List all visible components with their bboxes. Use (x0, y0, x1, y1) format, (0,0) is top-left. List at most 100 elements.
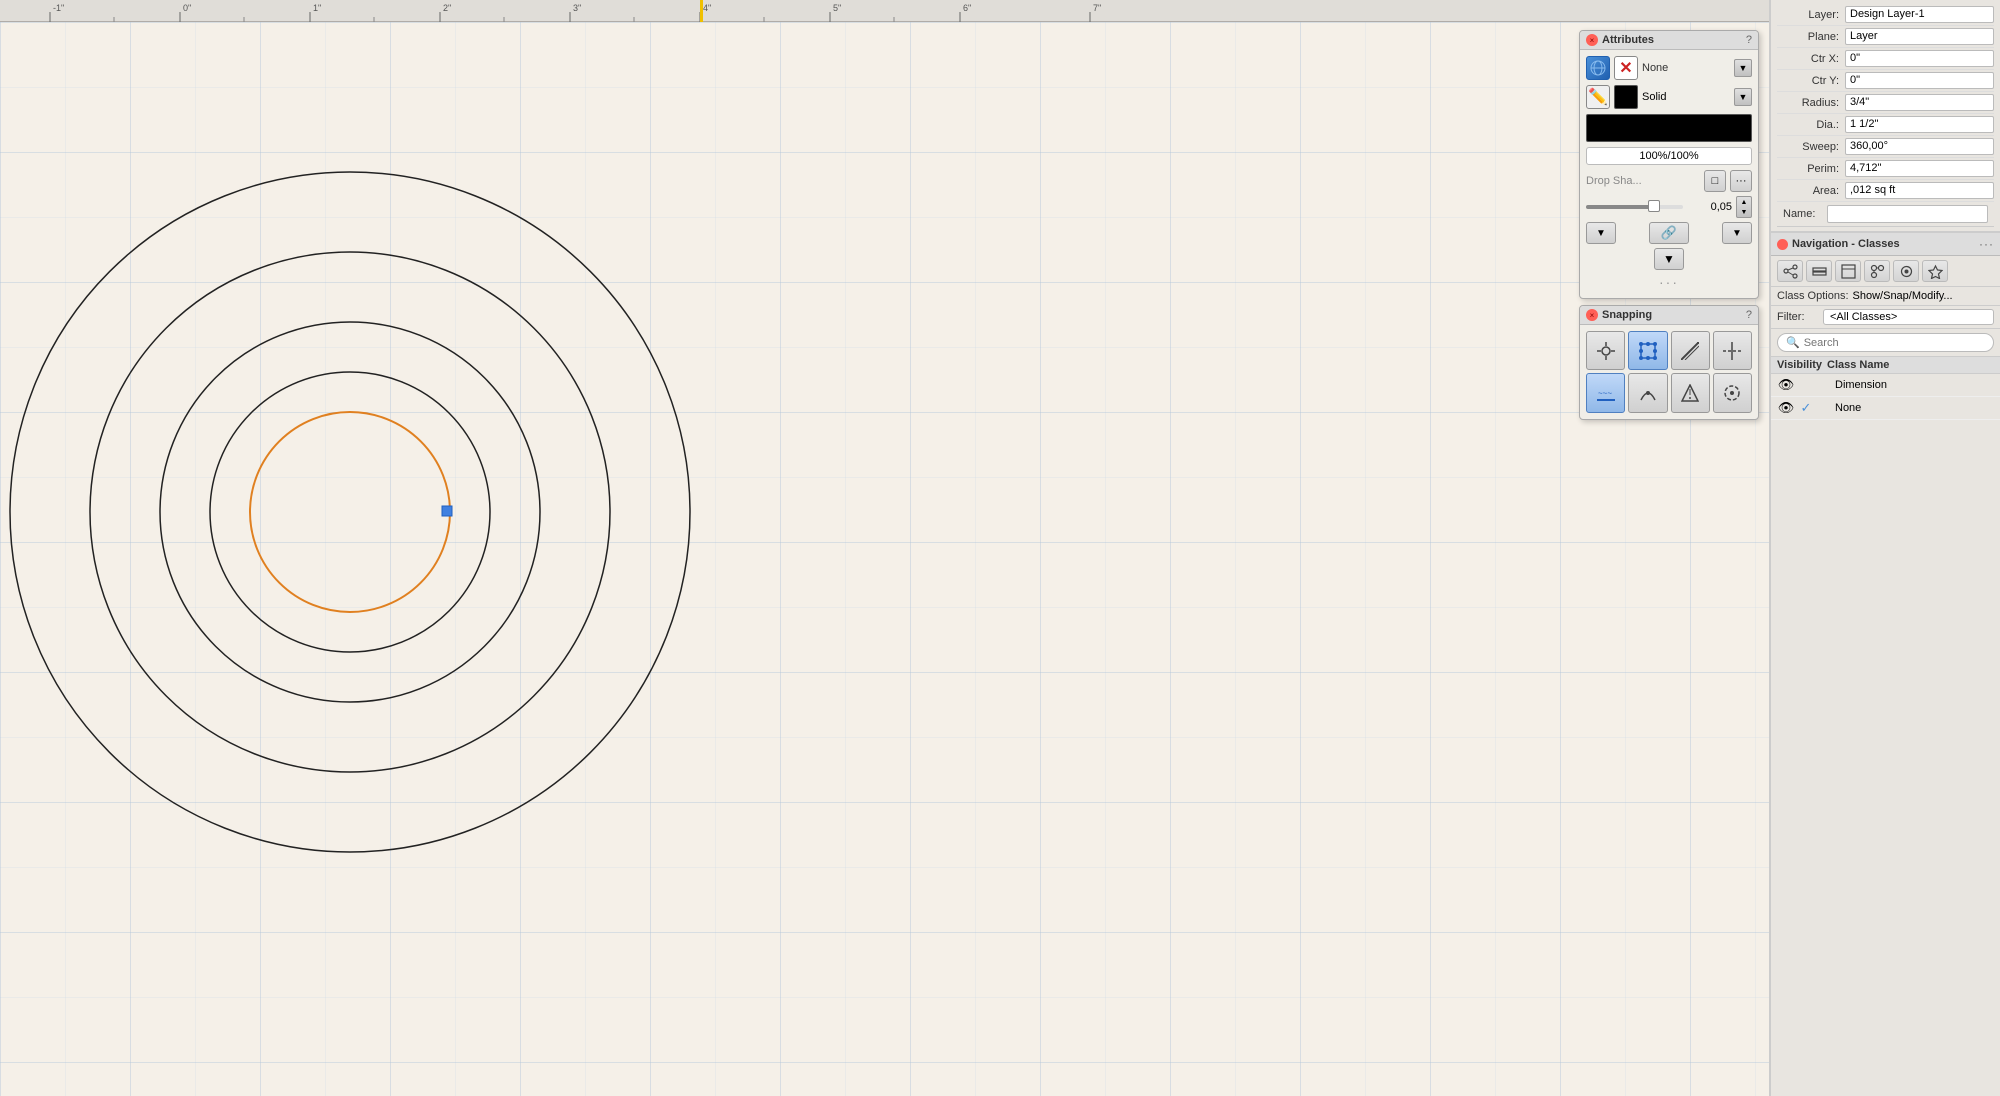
search-row: 🔍 (1771, 329, 2000, 357)
plane-label: Plane: (1777, 31, 1845, 43)
attributes-panel-close[interactable]: × (1586, 34, 1598, 46)
nav-panel-close[interactable] (1777, 239, 1788, 250)
link-btn[interactable]: 🔗 (1649, 222, 1689, 244)
snapping-panel: × Snapping ? (1579, 305, 1759, 420)
ctr-y-value[interactable]: 0" (1845, 72, 1994, 89)
visibility-icon-none[interactable]: 👁 (1777, 399, 1795, 417)
attributes-panel-help[interactable]: ? (1746, 34, 1752, 46)
nav-tool-link[interactable] (1864, 260, 1890, 282)
nav-toolbar (1771, 256, 2000, 287)
stroke-pen-icon[interactable]: ✏️ (1586, 85, 1610, 109)
ctr-x-label: Ctr X: (1777, 53, 1845, 65)
nav-panel-title: Navigation - Classes (1792, 238, 1975, 250)
snap-btn-1[interactable] (1586, 331, 1625, 370)
nav-tool-classes[interactable] (1835, 260, 1861, 282)
dia-row: Dia.: 1 1/2" (1777, 114, 1994, 136)
visibility-icon-dimension[interactable]: 👁 (1777, 376, 1795, 394)
stroke-select-arrow[interactable]: ▼ (1734, 88, 1752, 106)
name-input[interactable] (1827, 205, 1988, 223)
area-value[interactable]: ,012 sq ft (1845, 182, 1994, 199)
name-label: Name: (1783, 208, 1823, 220)
class-name-none: None (1827, 402, 1994, 414)
fill-none-select[interactable]: None ▼ (1642, 59, 1752, 77)
nav-classes-panel: Navigation - Classes ··· (1771, 232, 2000, 1096)
color-bar[interactable] (1586, 114, 1752, 142)
fill-globe-icon[interactable] (1586, 56, 1610, 80)
sweep-value[interactable]: 360,00° (1845, 138, 1994, 155)
svg-text:2": 2" (443, 3, 451, 13)
plane-value[interactable]: Layer (1845, 28, 1994, 45)
slider-stepper[interactable]: ▲▼ (1736, 196, 1752, 218)
ctr-y-label: Ctr Y: (1777, 75, 1845, 87)
svg-text:4": 4" (703, 3, 711, 13)
arrow-right-btn[interactable]: ▼ (1722, 222, 1752, 244)
dia-label: Dia.: (1777, 119, 1845, 131)
snap-btn-4[interactable] (1713, 331, 1752, 370)
pencil-icon-none[interactable]: ✓ (1797, 399, 1815, 417)
stroke-color-swatch[interactable] (1614, 85, 1638, 109)
area-label: Area: (1777, 185, 1845, 197)
fill-none-label: None (1642, 62, 1668, 74)
floating-panels: × Attributes ? ✕ (1579, 30, 1759, 420)
search-box[interactable]: 🔍 (1777, 333, 1994, 352)
layer-value[interactable]: Design Layer-1 (1845, 6, 1994, 23)
snapping-panel-help[interactable]: ? (1746, 309, 1752, 321)
drop-shadow-label: Drop Sha... (1586, 175, 1700, 187)
fill-select-arrow[interactable]: ▼ (1734, 59, 1752, 77)
filter-value[interactable]: <All Classes> (1823, 309, 1994, 325)
slider-value: 0,05 (1687, 201, 1732, 213)
drawing-surface[interactable] (0, 22, 1769, 1096)
radius-value[interactable]: 3/4" (1845, 94, 1994, 111)
search-input[interactable] (1804, 337, 1985, 349)
perim-value[interactable]: 4,712" (1845, 160, 1994, 177)
snap-btn-5[interactable]: ~~~ (1586, 373, 1625, 412)
class-options-label: Class Options: (1777, 290, 1849, 302)
props-top: Layer: Design Layer-1 Plane: Layer Ctr X… (1771, 0, 2000, 232)
visibility-col-header: Visibility (1777, 359, 1827, 371)
snapping-panel-close[interactable]: × (1586, 309, 1598, 321)
nav-tool-view[interactable] (1893, 260, 1919, 282)
stroke-solid-select[interactable]: Solid ▼ (1642, 88, 1752, 106)
attributes-panel: × Attributes ? ✕ (1579, 30, 1759, 299)
perim-label: Perim: (1777, 163, 1845, 175)
snap-btn-2[interactable] (1628, 331, 1667, 370)
snap-btn-8[interactable] (1713, 373, 1752, 412)
class-row-none: 👁 ✓ None (1771, 397, 2000, 420)
classes-table-body: 👁 Dimension 👁 ✓ None (1771, 374, 2000, 1096)
canvas-area[interactable]: -1" 0" 1" 2" 3" 4" (0, 0, 1770, 1096)
ctr-x-value[interactable]: 0" (1845, 50, 1994, 67)
arrow-left-btn[interactable]: ▼ (1586, 222, 1616, 244)
snapping-panel-header: × Snapping ? (1580, 306, 1758, 325)
svg-text:-1": -1" (53, 3, 64, 13)
ruler-top: -1" 0" 1" 2" 3" 4" (0, 0, 1769, 22)
class-options-value[interactable]: Show/Snap/Modify... (1853, 290, 1994, 302)
snap-btn-3[interactable] (1671, 331, 1710, 370)
drop-shadow-square-btn[interactable]: □ (1704, 170, 1726, 192)
down-arrow-btn[interactable]: ▼ (1654, 248, 1684, 270)
fill-remove-icon[interactable]: ✕ (1614, 56, 1638, 80)
arrow-buttons-row: ▼ 🔗 ▼ (1586, 222, 1752, 244)
filter-row: Filter: <All Classes> (1771, 306, 2000, 329)
slider-track[interactable] (1586, 205, 1683, 209)
slider-thumb[interactable] (1648, 200, 1660, 212)
nav-tool-layers[interactable] (1806, 260, 1832, 282)
class-name-dimension: Dimension (1827, 379, 1994, 391)
ctr-x-row: Ctr X: 0" (1777, 48, 1994, 70)
stroke-solid-label: Solid (1642, 91, 1666, 103)
stroke-row: ✏️ Solid ▼ (1586, 85, 1752, 109)
nav-panel-dots[interactable]: ··· (1979, 237, 1994, 251)
drop-shadow-more-btn[interactable]: ··· (1730, 170, 1752, 192)
nav-panel-header: Navigation - Classes ··· (1771, 233, 2000, 256)
svg-text:~~~: ~~~ (1598, 389, 1612, 398)
dia-value[interactable]: 1 1/2" (1845, 116, 1994, 133)
svg-text:5": 5" (833, 3, 841, 13)
snap-btn-7[interactable] (1671, 373, 1710, 412)
opacity-input[interactable]: 100%/100% (1586, 147, 1752, 165)
nav-tool-extra[interactable] (1922, 260, 1948, 282)
svg-text:7": 7" (1093, 3, 1101, 13)
sweep-row: Sweep: 360,00° (1777, 136, 1994, 158)
opacity-row: 100%/100% (1586, 147, 1752, 165)
nav-tool-share[interactable] (1777, 260, 1803, 282)
dots-separator: ··· (1586, 274, 1752, 290)
snap-btn-6[interactable] (1628, 373, 1667, 412)
